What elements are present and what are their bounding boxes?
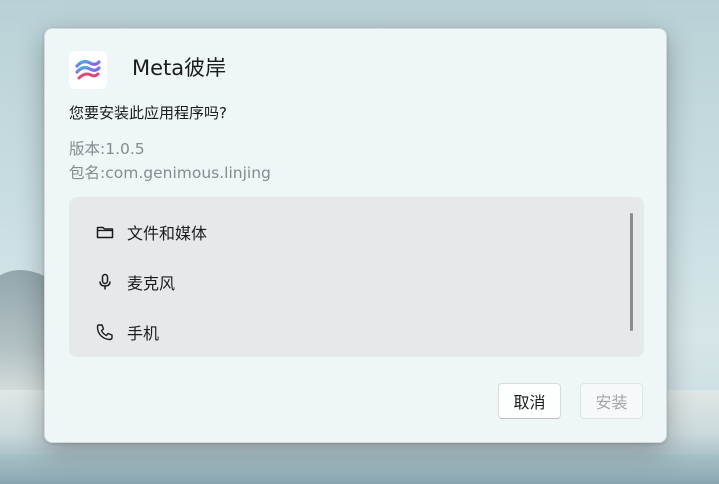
install-button[interactable]: 安装 [580, 383, 643, 419]
app-name: Meta彼岸 [132, 56, 227, 80]
permissions-list[interactable]: 文件和媒体 麦克风 手机 [69, 197, 644, 357]
package-info: 包名:com.genimous.linjing [69, 164, 271, 182]
permission-item-phone: 手机 [95, 320, 159, 344]
background-water [0, 455, 719, 484]
permission-label: 文件和媒体 [127, 224, 208, 243]
permission-label: 手机 [127, 324, 160, 343]
permission-item-microphone: 麦克风 [95, 270, 175, 294]
microphone-icon [95, 272, 115, 292]
meta-bian-logo-icon [69, 51, 107, 89]
install-question: 您要安装此应用程序吗? [69, 104, 227, 122]
cancel-button[interactable]: 取消 [498, 383, 561, 419]
phone-icon [95, 322, 115, 342]
desktop-background: Meta彼岸 您要安装此应用程序吗? 版本:1.0.5 包名:com.genim… [0, 0, 719, 484]
scrollbar-thumb[interactable] [630, 213, 633, 331]
permission-item-files-media: 文件和媒体 [95, 220, 207, 244]
version-info: 版本:1.0.5 [69, 140, 145, 158]
permission-label: 麦克风 [127, 274, 176, 293]
install-dialog: Meta彼岸 您要安装此应用程序吗? 版本:1.0.5 包名:com.genim… [44, 28, 667, 443]
folder-icon [95, 222, 115, 242]
